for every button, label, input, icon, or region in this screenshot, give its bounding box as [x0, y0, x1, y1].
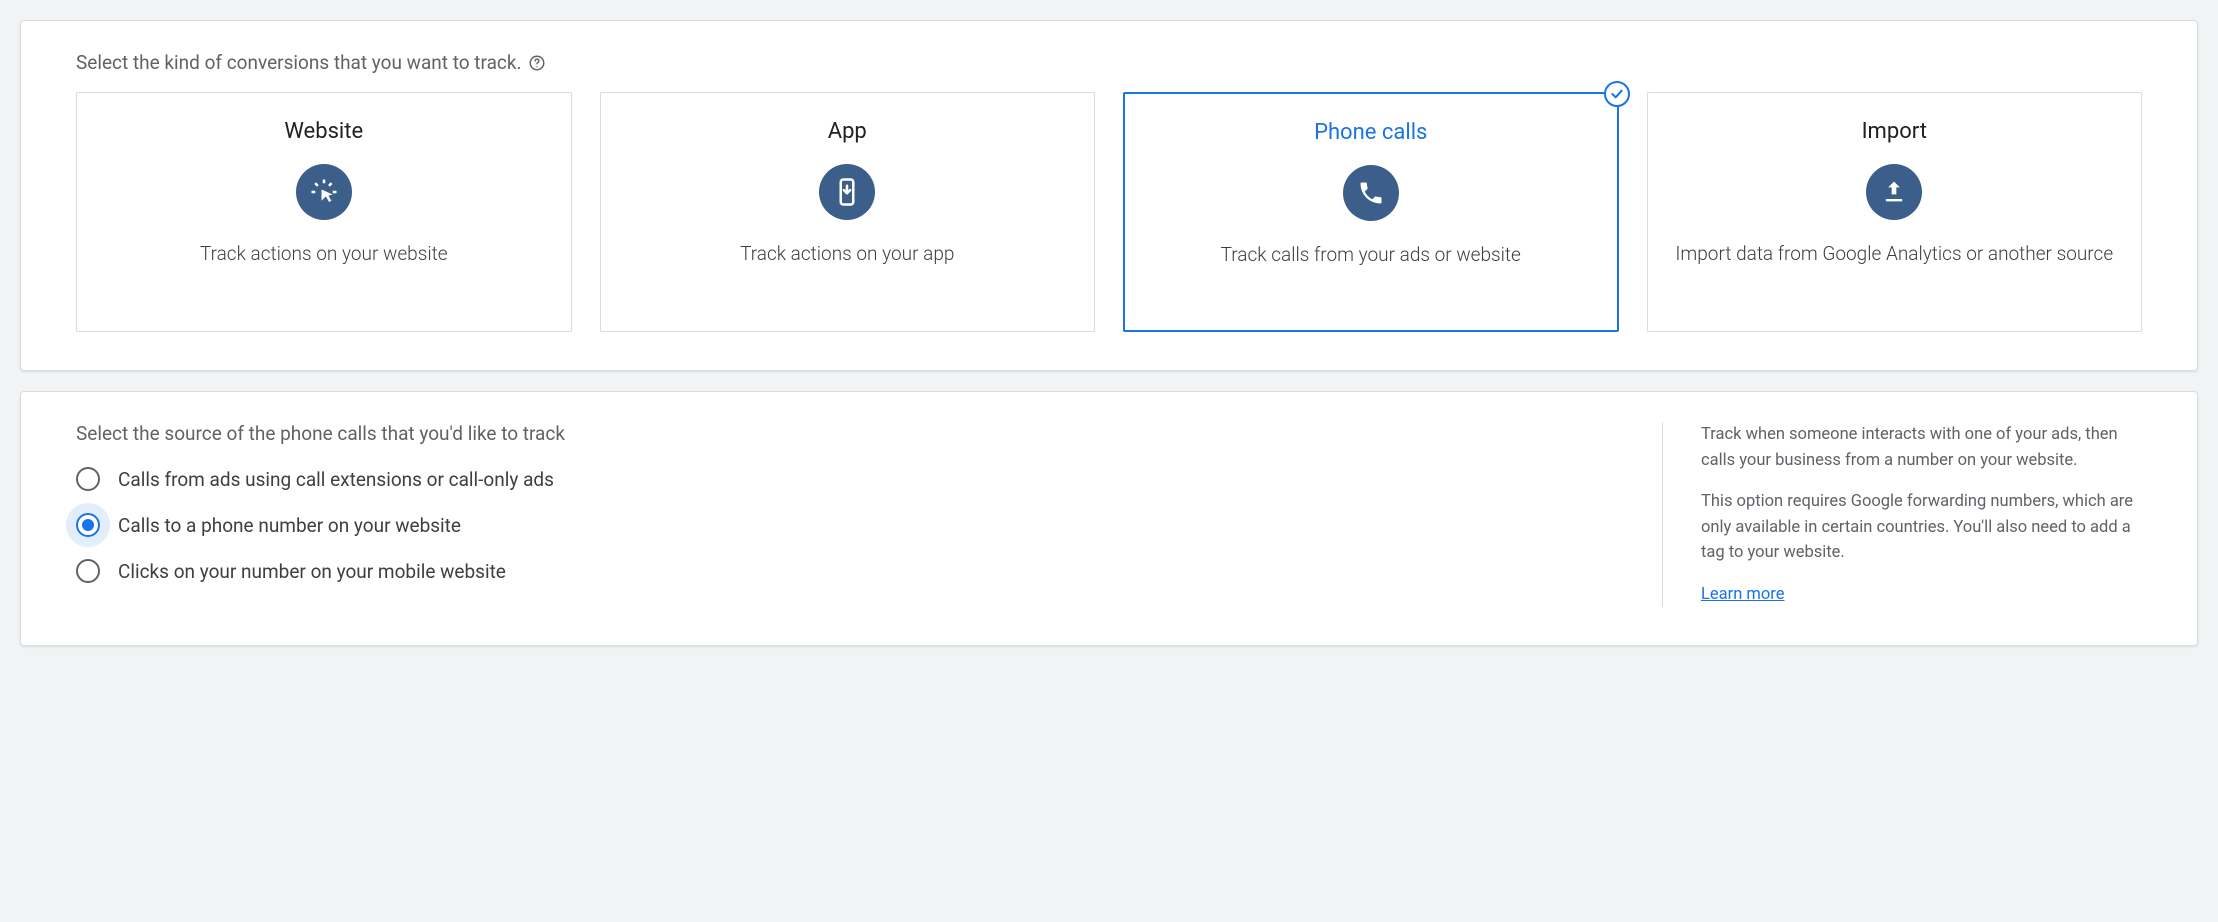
radio-icon	[76, 559, 100, 583]
tile-phone-calls[interactable]: Phone calls Track calls from your ads or…	[1123, 92, 1619, 332]
radio-icon	[76, 513, 100, 537]
check-icon	[1604, 81, 1630, 107]
radio-label: Calls to a phone number on your website	[118, 514, 461, 537]
upload-icon	[1866, 164, 1922, 220]
phone-source-card: Select the source of the phone calls tha…	[20, 391, 2198, 646]
conversion-kind-card: Select the kind of conversions that you …	[20, 20, 2198, 371]
tile-desc: Track calls from your ads or website	[1221, 243, 1521, 266]
conversion-kind-heading: Select the kind of conversions that you …	[76, 51, 2142, 74]
tile-title: Import	[1862, 119, 1927, 144]
phone-source-info-panel: Track when someone interacts with one of…	[1662, 422, 2142, 607]
tile-desc: Import data from Google Analytics or ano…	[1675, 242, 2113, 265]
radio-icon	[76, 467, 100, 491]
tile-title: Phone calls	[1314, 120, 1427, 145]
radio-calls-to-website-number[interactable]: Calls to a phone number on your website	[76, 513, 1612, 537]
phone-icon	[1343, 165, 1399, 221]
tile-import[interactable]: Import Import data from Google Analytics…	[1647, 92, 2143, 332]
phone-source-heading-text: Select the source of the phone calls tha…	[76, 422, 565, 445]
conversion-kind-heading-text: Select the kind of conversions that you …	[76, 51, 522, 74]
radio-clicks-on-mobile-number[interactable]: Clicks on your number on your mobile web…	[76, 559, 1612, 583]
phone-source-radio-group: Calls from ads using call extensions or …	[76, 467, 1612, 583]
info-paragraph-2: This option requires Google forwarding n…	[1701, 489, 2142, 566]
tile-website[interactable]: Website Track actions on your website	[76, 92, 572, 332]
click-icon	[296, 164, 352, 220]
tile-desc: Track actions on your app	[740, 242, 954, 265]
radio-calls-from-ads[interactable]: Calls from ads using call extensions or …	[76, 467, 1612, 491]
tile-desc: Track actions on your website	[200, 242, 448, 265]
phone-source-heading: Select the source of the phone calls tha…	[76, 422, 1612, 445]
conversion-kind-tiles: Website Track actions on your website Ap…	[76, 92, 2142, 332]
learn-more-link[interactable]: Learn more	[1701, 582, 1784, 608]
help-icon[interactable]	[528, 54, 546, 72]
tile-title: App	[828, 119, 867, 144]
app-icon	[819, 164, 875, 220]
tile-app[interactable]: App Track actions on your app	[600, 92, 1096, 332]
radio-label: Clicks on your number on your mobile web…	[118, 560, 506, 583]
tile-title: Website	[284, 119, 363, 144]
info-paragraph-1: Track when someone interacts with one of…	[1701, 422, 2142, 473]
radio-label: Calls from ads using call extensions or …	[118, 468, 554, 491]
